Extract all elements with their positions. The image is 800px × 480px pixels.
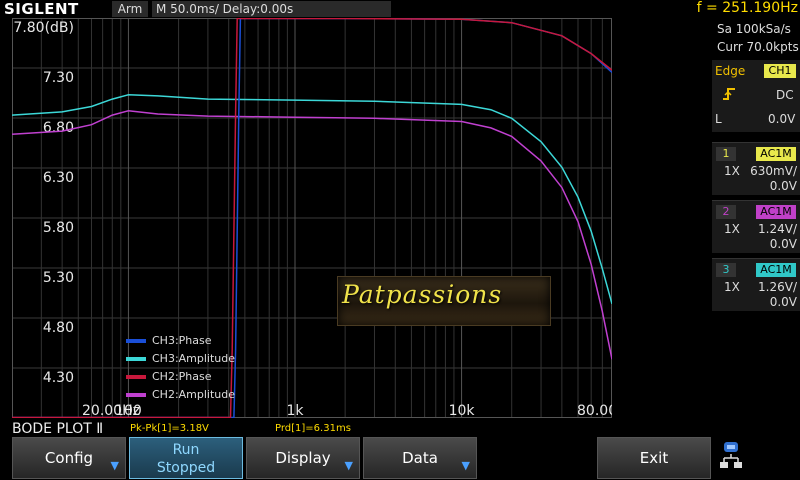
legend-item: CH2:Amplitude xyxy=(126,386,235,404)
trigger-mode: Edge xyxy=(715,64,746,78)
trigger-source-badge[interactable]: CH1 xyxy=(764,64,796,78)
display-label: Display xyxy=(275,449,331,467)
acquisition-status[interactable]: Arm xyxy=(112,1,148,17)
legend-swatch xyxy=(126,375,146,379)
display-button[interactable]: Display ▼ xyxy=(246,437,360,479)
channel-probe: 1X xyxy=(724,164,740,178)
exit-button[interactable]: Exit xyxy=(597,437,711,479)
trigger-panel[interactable]: Edge CH1 DC L 0.0V xyxy=(712,60,800,132)
timebase-readout[interactable]: M 50.0ms/ Delay:0.00s xyxy=(152,1,391,17)
frequency-tick-label: 10k xyxy=(449,403,476,418)
channel-block-2[interactable]: 2 AC1M 1X 1.24V/0.0V xyxy=(712,200,800,253)
exit-label: Exit xyxy=(639,449,669,467)
rising-edge-icon xyxy=(722,86,736,105)
channel-number: 2 xyxy=(716,205,736,219)
amplitude-tick-label: 6.80 xyxy=(43,120,74,136)
plot-legend: CH3:Phase CH3:Amplitude CH2:Phase CH2:Ampli… xyxy=(126,332,235,404)
brand-logo: SIGLENT xyxy=(4,0,79,18)
data-label: Data xyxy=(402,449,438,467)
amplitude-tick-label: 6.30 xyxy=(43,170,74,186)
run-stop-button[interactable]: Run Stopped xyxy=(129,437,243,479)
legend-item: CH3:Phase xyxy=(126,332,235,350)
watermark-text: Patpassions xyxy=(342,280,503,309)
frequency-tick-label: 100 xyxy=(115,403,142,418)
network-icon xyxy=(718,440,744,476)
arrow-down-icon: ▼ xyxy=(461,459,470,472)
right-info-panel: Sa 100kSa/s Curr 70.0kpts Edge CH1 DC L … xyxy=(712,18,800,418)
trigger-level-label: L xyxy=(715,112,722,126)
channel-block-1[interactable]: 1 AC1M 1X 630mV/0.0V xyxy=(712,142,800,195)
channel-probe: 1X xyxy=(724,280,740,294)
channel-probe: 1X xyxy=(724,222,740,236)
arrow-down-icon: ▼ xyxy=(344,459,353,472)
legend-label: CH3:Phase xyxy=(152,334,212,347)
run-stop-label: Run Stopped xyxy=(156,442,216,476)
amplitude-tick-label: 7.80(dB) xyxy=(13,20,74,36)
period-measurement: Prd[1]=6.31ms xyxy=(275,423,351,434)
channel-scale: 1.26V/ xyxy=(758,280,797,294)
pk-pk-measurement: Pk-Pk[1]=3.18V xyxy=(130,423,209,434)
mode-title: BODE PLOT Ⅱ xyxy=(12,421,104,437)
memory-depth: Curr 70.0kpts xyxy=(717,40,799,54)
trigger-level: 0.0V xyxy=(768,112,796,126)
channel-offset: 0.0V xyxy=(769,237,797,251)
legend-swatch xyxy=(126,339,146,343)
channel-scale: 630mV/ xyxy=(750,164,797,178)
channel-block-3[interactable]: 3 AC1M 1X 1.26V/0.0V xyxy=(712,258,800,311)
amplitude-tick-label: 5.80 xyxy=(43,220,74,236)
legend-label: CH3:Amplitude xyxy=(152,352,236,365)
legend-item: CH2:Phase xyxy=(126,368,235,386)
legend-label: CH2:Amplitude xyxy=(152,388,236,401)
frequency-tick-label: 1k xyxy=(286,403,304,418)
channel-number: 3 xyxy=(716,263,736,277)
sample-rate: Sa 100kSa/s xyxy=(717,22,791,36)
legend-label: CH2:Phase xyxy=(152,370,212,383)
arrow-down-icon: ▼ xyxy=(110,459,119,472)
frequency-readout: f = 251.190Hz xyxy=(696,0,798,16)
channel-number: 1 xyxy=(716,147,736,161)
empty-softkey xyxy=(480,437,594,479)
amplitude-tick-label: 5.30 xyxy=(43,270,74,286)
channel-coupling-badge: AC1M xyxy=(756,263,796,277)
bode-plot[interactable]: 7.80(dB)7.306.806.305.805.304.804.30 180… xyxy=(12,18,612,418)
amplitude-tick-label: 4.80 xyxy=(43,320,74,336)
amplitude-tick-label: 7.30 xyxy=(43,70,74,86)
config-button[interactable]: Config ▼ xyxy=(12,437,126,479)
channel-offset: 0.0V xyxy=(769,179,797,193)
legend-item: CH3:Amplitude xyxy=(126,350,235,368)
channel-coupling-badge: AC1M xyxy=(756,205,796,219)
config-label: Config xyxy=(44,449,94,467)
legend-swatch xyxy=(126,357,146,361)
amplitude-tick-label: 4.30 xyxy=(43,370,74,386)
frequency-tick-label: 80.000kHz xyxy=(577,403,612,418)
channel-coupling-badge: AC1M xyxy=(756,147,796,161)
legend-swatch xyxy=(126,393,146,397)
channel-offset: 0.0V xyxy=(769,295,797,309)
channel-scale: 1.24V/ xyxy=(758,222,797,236)
trigger-coupling: DC xyxy=(776,88,794,102)
data-button[interactable]: Data ▼ xyxy=(363,437,477,479)
